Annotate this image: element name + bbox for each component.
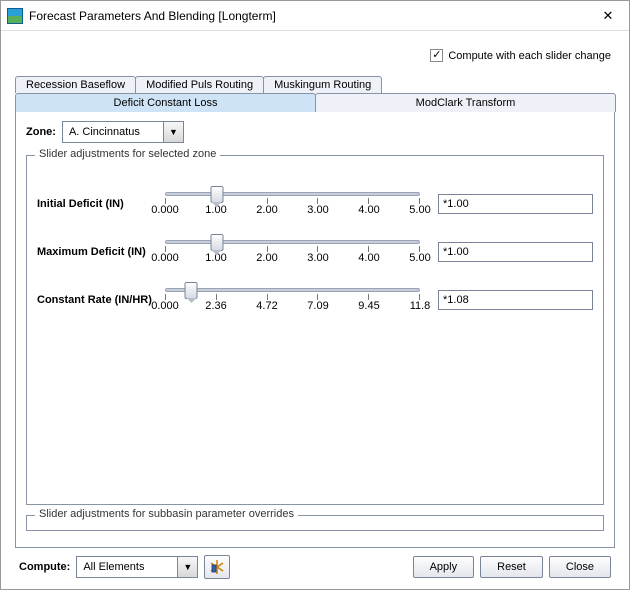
- compute-label: Compute:: [19, 561, 70, 573]
- slider-wrap: 0.000 2.36 4.72 7.09 9.45 11.8: [159, 288, 426, 312]
- tick-label: 5.00: [400, 204, 440, 216]
- dialog-content: ✓ Compute with each slider change Recess…: [1, 31, 629, 589]
- zone-label: Zone:: [26, 126, 56, 138]
- tab-recession-baseflow[interactable]: Recession Baseflow: [15, 76, 136, 93]
- slider-wrap: 0.000 1.00 2.00 3.00 4.00 5.00: [159, 240, 426, 264]
- zone-slider-legend: Slider adjustments for selected zone: [35, 148, 220, 160]
- slider-label: Constant Rate (IN/HR): [37, 294, 159, 306]
- chevron-down-icon: ▼: [163, 122, 183, 142]
- tick-label: 0.000: [145, 204, 185, 216]
- apply-button[interactable]: Apply: [413, 556, 475, 578]
- tick-label: 7.09: [298, 300, 338, 312]
- slider-ticklabels: 0.000 1.00 2.00 3.00 4.00 5.00: [159, 204, 426, 216]
- slider-value-input[interactable]: [438, 242, 593, 262]
- tick-label: 0.000: [145, 252, 185, 264]
- tick-label: 4.00: [349, 204, 389, 216]
- tab-modified-puls-routing[interactable]: Modified Puls Routing: [135, 76, 264, 93]
- zone-select-value: A. Cincinnatus: [63, 126, 163, 138]
- slider-thumb[interactable]: [185, 282, 198, 299]
- tab-muskingum-routing[interactable]: Muskingum Routing: [263, 76, 382, 93]
- tabs-row-2: Deficit Constant Loss ModClark Transform: [15, 93, 615, 112]
- slider-track[interactable]: [165, 240, 420, 244]
- tab-deficit-constant-loss[interactable]: Deficit Constant Loss: [15, 93, 316, 112]
- zone-row: Zone: A. Cincinnatus ▼: [26, 121, 604, 143]
- tab-panel: Zone: A. Cincinnatus ▼ Slider adjustment…: [15, 111, 615, 548]
- close-button[interactable]: Close: [549, 556, 611, 578]
- tick-label: 2.36: [196, 300, 236, 312]
- tick-label: 0.000: [145, 300, 185, 312]
- tick-label: 3.00: [298, 204, 338, 216]
- top-options-row: ✓ Compute with each slider change: [15, 43, 615, 76]
- compute-select[interactable]: All Elements ▼: [76, 556, 198, 578]
- slider-ticklabels: 0.000 1.00 2.00 3.00 4.00 5.00: [159, 252, 426, 264]
- dialog-window: Forecast Parameters And Blending [Longte…: [0, 0, 630, 590]
- slider-label: Initial Deficit (IN): [37, 198, 159, 210]
- close-icon[interactable]: ✕: [593, 5, 623, 27]
- slider-thumb[interactable]: [210, 234, 223, 251]
- titlebar: Forecast Parameters And Blending [Longte…: [1, 1, 629, 31]
- slider-row-constant-rate: Constant Rate (IN/HR) 0.000 2.36 4.72: [37, 288, 593, 312]
- tick-label: 9.45: [349, 300, 389, 312]
- compute-select-value: All Elements: [77, 561, 177, 573]
- tick-label: 5.00: [400, 252, 440, 264]
- slider-ticklabels: 0.000 2.36 4.72 7.09 9.45 11.8: [159, 300, 426, 312]
- tick-label: 4.00: [349, 252, 389, 264]
- compute-run-icon: [209, 559, 225, 575]
- app-icon: [7, 8, 23, 24]
- chevron-down-icon: ▼: [177, 557, 197, 577]
- overrides-fieldset: Slider adjustments for subbasin paramete…: [26, 515, 604, 531]
- zone-select[interactable]: A. Cincinnatus ▼: [62, 121, 184, 143]
- slider-row-maximum-deficit: Maximum Deficit (IN) 0.000 1.00 2.00 3: [37, 240, 593, 264]
- tick-label: 3.00: [298, 252, 338, 264]
- slider-wrap: 0.000 1.00 2.00 3.00 4.00 5.00: [159, 192, 426, 216]
- reset-button[interactable]: Reset: [480, 556, 543, 578]
- compute-each-change-label: Compute with each slider change: [448, 50, 611, 62]
- tick-label: 2.00: [247, 204, 287, 216]
- compute-each-change-checkbox[interactable]: ✓: [430, 49, 443, 62]
- zone-slider-fieldset: Slider adjustments for selected zone Ini…: [26, 155, 604, 505]
- tick-label: 4.72: [247, 300, 287, 312]
- slider-track[interactable]: [165, 192, 420, 196]
- bottom-bar: Compute: All Elements ▼ Apply Reset: [15, 549, 615, 579]
- compute-run-button[interactable]: [204, 555, 230, 579]
- slider-thumb[interactable]: [210, 186, 223, 203]
- window-title: Forecast Parameters And Blending [Longte…: [29, 9, 593, 23]
- slider-value-input[interactable]: [438, 290, 593, 310]
- tabs-row-1: Recession Baseflow Modified Puls Routing…: [15, 76, 615, 93]
- tick-label: 11.8: [400, 300, 440, 312]
- slider-value-input[interactable]: [438, 194, 593, 214]
- tick-label: 2.00: [247, 252, 287, 264]
- slider-row-initial-deficit: Initial Deficit (IN) 0.000 1.00 2.00 3: [37, 192, 593, 216]
- overrides-legend: Slider adjustments for subbasin paramete…: [35, 508, 298, 520]
- tab-modclark-transform[interactable]: ModClark Transform: [315, 93, 616, 112]
- slider-label: Maximum Deficit (IN): [37, 246, 159, 258]
- slider-track[interactable]: [165, 288, 420, 292]
